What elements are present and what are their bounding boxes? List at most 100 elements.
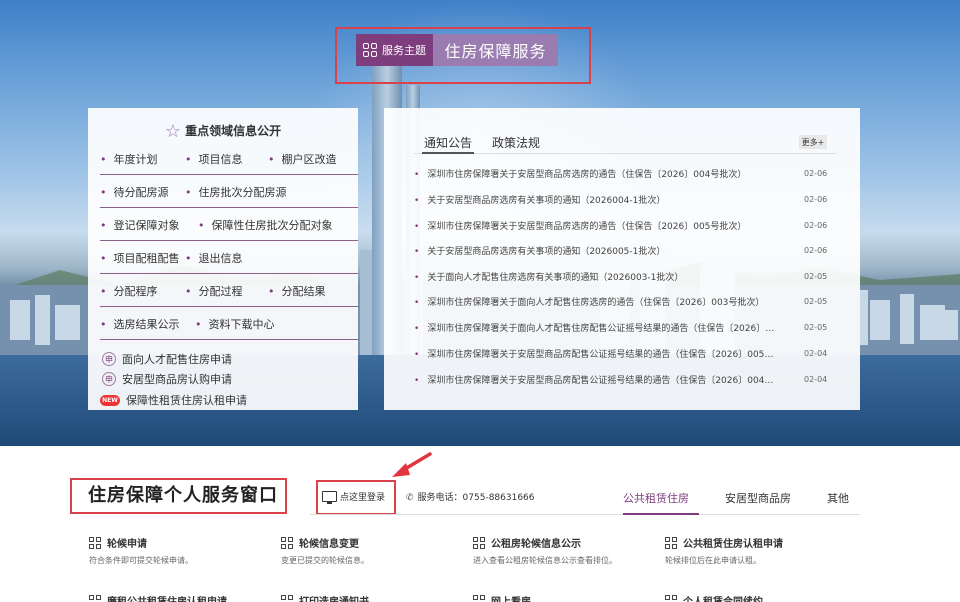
phone-icon: ✆	[406, 493, 414, 503]
grid-icon	[363, 43, 377, 57]
service-row2-item[interactable]: 个人租赁合同续约	[665, 593, 845, 602]
service-desc: 进入查看公租房轮候信息公示查看排位。	[473, 556, 617, 565]
window-title: 住房保障个人服务窗口	[88, 485, 278, 506]
news-item[interactable]: 深圳市住房保障署关于面向人才配售住房配售公证摇号结果的通告（住保告〔2026〕0…	[414, 317, 834, 337]
link-row: 分配程序 分配过程 分配结果	[100, 279, 358, 303]
service-title: 公共租赁住房认租申请	[683, 539, 783, 550]
link-talent-housing-apply[interactable]: 申 面向人才配售住房申请	[102, 351, 232, 367]
topic-tag-label: 服务主题	[382, 44, 426, 57]
service-topic[interactable]: 服务主题 住房保障服务	[356, 34, 558, 66]
service-title: 轮候信息变更	[299, 539, 359, 550]
tab-affordable-housing[interactable]: 安居型商品房	[725, 490, 791, 506]
service-desc: 变更已提交的轮候信息。	[281, 556, 369, 565]
panel-title: ☆ 重点领域信息公开	[164, 121, 282, 142]
link-download-center[interactable]: 资料下载中心	[195, 316, 275, 332]
service-icon	[665, 536, 678, 549]
service-waitlist-change[interactable]: 轮候信息变更 变更已提交的轮候信息。	[281, 535, 461, 566]
news-title: 关于安居型商品房选房有关事项的通知（2026004-1批次）	[414, 193, 776, 206]
news-item[interactable]: 关于安居型商品房选房有关事项的通知（2026005-1批次） 02-06	[414, 240, 834, 260]
service-phone: ✆ 服务电话：0755-88631666	[406, 493, 535, 503]
link-row: 登记保障对象 保障性住房批次分配对象	[100, 213, 358, 237]
link-label: 面向人才配售住房申请	[122, 353, 232, 366]
service-title: 打印选房通知书	[299, 593, 369, 602]
link-selection-results[interactable]: 选房结果公示	[100, 316, 180, 332]
link-affordable-housing-apply[interactable]: 申 安居型商品房认购申请	[102, 371, 232, 387]
link-row: 年度计划 项目信息 棚户区改造	[100, 147, 358, 171]
link-batch-objects[interactable]: 保障性住房批次分配对象	[198, 217, 333, 233]
service-icon	[665, 594, 678, 602]
application-icon: 申	[102, 372, 116, 386]
tab-policies[interactable]: 政策法规	[492, 134, 540, 151]
link-pending-housing[interactable]: 待分配房源	[100, 184, 169, 200]
link-rental-housing-apply[interactable]: NEW 保障性租赁住房认租申请	[100, 392, 247, 408]
tab-notices[interactable]: 通知公告	[424, 134, 472, 151]
news-title: 深圳市住房保障署关于安居型商品房配售公证摇号结果的通告（住保告〔2026〕004…	[414, 373, 776, 386]
service-desc: 符合条件即可提交轮候申请。	[89, 556, 193, 565]
news-date: 02-06	[804, 245, 828, 255]
tab-public-rental[interactable]: 公共租赁住房	[623, 490, 689, 506]
link-allocation-procedure[interactable]: 分配程序	[100, 283, 158, 299]
news-title: 深圳市住房保障署关于安居型商品房选房的通告（住保告〔2026〕004号批次）	[414, 167, 776, 180]
service-row2-item[interactable]: 网上看房	[473, 593, 653, 602]
news-item[interactable]: 深圳市住房保障署关于安居型商品房选房的通告（住保告〔2026〕004号批次） 02…	[414, 163, 834, 183]
news-item[interactable]: 深圳市住房保障署关于面向人才配售住房选房的通告（住保告〔2026〕003号批次）…	[414, 291, 834, 311]
news-date: 02-05	[804, 271, 828, 281]
news-tabs: 通知公告 政策法规	[424, 134, 540, 151]
news-item[interactable]: 关于面向人才配售住房选房有关事项的通知（2026003-1批次） 02-05	[414, 266, 834, 286]
monitor-icon	[322, 491, 337, 504]
service-title: 公租房轮候信息公示	[491, 539, 581, 550]
link-row: 项目配租配售 退出信息	[100, 246, 358, 270]
service-waitlist-apply[interactable]: 轮候申请 符合条件即可提交轮候申请。	[89, 535, 269, 566]
link-label: 安居型商品房认购申请	[122, 373, 232, 386]
service-waitlist-publicity[interactable]: 公租房轮候信息公示 进入查看公租房轮候信息公示查看排位。	[473, 535, 653, 566]
info-disclosure-panel: ☆重点领域信息公开 年度计划 项目信息 棚户区改造 待分配房源 住房批次分配房源…	[88, 108, 358, 410]
service-title: 网上看房	[491, 593, 531, 602]
service-row2-item[interactable]: 廉租公共租赁住房认租申请	[89, 593, 269, 602]
link-shantytown[interactable]: 棚户区改造	[268, 151, 337, 167]
link-exit-info[interactable]: 退出信息	[185, 250, 243, 266]
divider	[100, 273, 358, 274]
annotation-arrow	[392, 452, 432, 477]
service-icon	[281, 536, 294, 549]
new-badge: NEW	[100, 394, 120, 406]
news-date: 02-06	[804, 220, 828, 230]
news-item[interactable]: 深圳市住房保障署关于安居型商品房配售公证摇号结果的通告（住保告〔2026〕005…	[414, 343, 834, 363]
news-date: 02-06	[804, 194, 828, 204]
news-title: 深圳市住房保障署关于安居型商品房选房的通告（住保告〔2026〕005号批次）	[414, 219, 776, 232]
news-title: 关于面向人才配售住房选房有关事项的通知（2026003-1批次）	[414, 270, 776, 283]
service-title: 廉租公共租赁住房认租申请	[107, 593, 227, 602]
news-panel: 通知公告 政策法规 更多+ 深圳市住房保障署关于安居型商品房选房的通告（住保告〔…	[384, 108, 860, 410]
service-title: 轮候申请	[107, 539, 147, 550]
service-row2-item[interactable]: 打印选房通知书	[281, 593, 461, 602]
news-item[interactable]: 深圳市住房保障署关于安居型商品房选房的通告（住保告〔2026〕005号批次） 02…	[414, 215, 834, 235]
divider	[100, 339, 358, 340]
star-icon: ☆	[164, 121, 182, 142]
tab-divider	[414, 153, 836, 154]
link-rent-sale[interactable]: 项目配租配售	[100, 250, 180, 266]
service-title: 个人租赁合同续约	[683, 593, 763, 602]
more-button[interactable]: 更多+	[799, 135, 827, 149]
link-batch-housing[interactable]: 住房批次分配房源	[185, 184, 287, 200]
news-title: 关于安居型商品房选房有关事项的通知（2026005-1批次）	[414, 244, 776, 257]
news-date: 02-05	[804, 296, 828, 306]
service-icon	[89, 594, 102, 602]
news-item[interactable]: 关于安居型商品房选房有关事项的通知（2026004-1批次） 02-06	[414, 189, 834, 209]
link-project-info[interactable]: 项目信息	[185, 151, 243, 167]
news-item[interactable]: 深圳市住房保障署关于安居型商品房配售公证摇号结果的通告（住保告〔2026〕004…	[414, 369, 834, 389]
service-icon	[281, 594, 294, 602]
divider	[100, 306, 358, 307]
link-row: 选房结果公示 资料下载中心	[100, 312, 358, 336]
service-rental-apply[interactable]: 公共租赁住房认租申请 轮候排位后在此申请认租。	[665, 535, 845, 566]
login-button[interactable]: 点这里登录	[322, 490, 385, 504]
link-allocation-process[interactable]: 分配过程	[185, 283, 243, 299]
active-tab-indicator	[422, 152, 474, 154]
link-registered-objects[interactable]: 登记保障对象	[100, 217, 180, 233]
news-title: 深圳市住房保障署关于安居型商品房配售公证摇号结果的通告（住保告〔2026〕005…	[414, 347, 776, 360]
tab-other[interactable]: 其他	[827, 490, 849, 506]
link-allocation-result[interactable]: 分配结果	[268, 283, 326, 299]
link-label: 保障性租赁住房认租申请	[126, 394, 247, 407]
divider	[100, 174, 358, 175]
service-desc: 轮候排位后在此申请认租。	[665, 556, 761, 565]
link-annual-plan[interactable]: 年度计划	[100, 151, 158, 167]
service-icon	[473, 594, 486, 602]
